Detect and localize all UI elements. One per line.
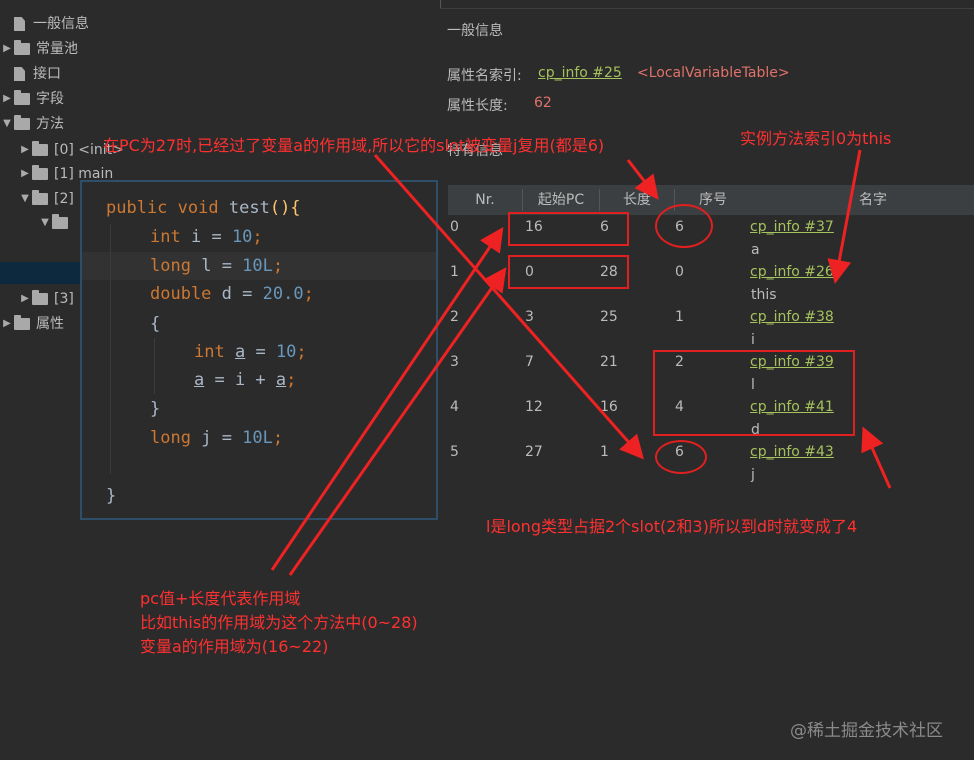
cell-name-link[interactable]: cp_info #43 (750, 444, 834, 460)
code-line-2: int i = 10; (150, 227, 263, 247)
folder-icon (14, 40, 30, 55)
panel-splitter[interactable] (440, 0, 441, 8)
annotation-long-slots: l是long类型占据2个slot(2和3)所以到d时就变成了4 (486, 517, 858, 536)
chevron-down-icon[interactable]: ▼ (18, 188, 32, 210)
col-name[interactable]: 名字 (828, 185, 918, 215)
cell-name: j (751, 467, 755, 483)
annotation-scope-line1: pc值+长度代表作用域 (140, 589, 301, 608)
cell-nr: 0 (450, 219, 459, 235)
cell-name-link[interactable]: cp_info #26 (750, 264, 834, 280)
tree-item-code-subnode[interactable]: ▼ (38, 212, 74, 234)
attr-name-index-link[interactable]: cp_info #25 (538, 65, 622, 81)
tree-item-interfaces[interactable]: 接口 (14, 63, 61, 85)
selected-row-highlight (0, 262, 80, 284)
annotation-slot-reuse: 在PC为27时,已经过了变量a的作用域,所以它的slot被变量j复用(都是6) (103, 136, 605, 155)
indent-guide (154, 338, 155, 394)
code-line-1: public void test(){ (106, 198, 301, 218)
cell-index: 1 (675, 309, 684, 325)
chevron-right-icon[interactable]: ▶ (0, 88, 14, 110)
code-line-6: int a = 10; (194, 342, 307, 362)
cell-start-pc: 7 (525, 354, 534, 370)
annotation-box-rows3-4 (653, 350, 855, 436)
cell-name-link[interactable]: cp_info #38 (750, 309, 834, 325)
cell-name: this (751, 287, 777, 303)
folder-icon (52, 214, 68, 229)
tree-item-fields[interactable]: ▶ 字段 (0, 88, 64, 110)
folder-icon (32, 290, 48, 305)
annotation-ellipse-idx0 (655, 204, 713, 248)
attr-length-label: 属性长度: (447, 98, 508, 114)
annotation-ellipse-idx5 (655, 440, 707, 474)
attr-name-index-label: 属性名索引: (447, 68, 522, 84)
file-icon (14, 17, 25, 31)
cell-nr: 2 (450, 309, 459, 325)
col-nr[interactable]: Nr. (448, 185, 522, 215)
code-line-4: double d = 20.0; (150, 284, 314, 304)
folder-icon (14, 115, 30, 130)
chevron-down-icon[interactable]: ▼ (0, 113, 14, 135)
file-icon (14, 67, 25, 81)
chevron-right-icon[interactable]: ▶ (0, 313, 14, 335)
chevron-down-icon[interactable]: ▼ (38, 212, 52, 234)
code-line-9: long j = 10L; (150, 428, 284, 448)
cell-index: 0 (675, 264, 684, 280)
tree-item-method-2[interactable]: ▼ [2] (18, 188, 74, 210)
chevron-right-icon[interactable]: ▶ (18, 163, 32, 185)
arrow-long-label (861, 426, 892, 489)
chevron-right-icon[interactable]: ▶ (18, 139, 32, 161)
panel-divider (440, 8, 974, 9)
tree-item-method-3[interactable]: ▶ [3] (18, 288, 74, 310)
cell-name: i (751, 332, 755, 348)
cell-length: 1 (600, 444, 609, 460)
folder-icon (14, 315, 30, 330)
attr-length-value: 62 (534, 95, 552, 111)
indent-guide (110, 224, 111, 474)
chevron-right-icon[interactable]: ▶ (0, 38, 14, 60)
tree-item-attributes[interactable]: ▶ 属性 (0, 313, 64, 335)
tree-item-methods[interactable]: ▼ 方法 (0, 113, 64, 135)
cell-start-pc: 12 (525, 399, 543, 415)
cell-name: a (751, 242, 760, 258)
code-line-7: a = i + a; (194, 370, 297, 390)
chevron-right-icon[interactable]: ▶ (18, 288, 32, 310)
annotation-this-index: 实例方法索引0为this (740, 129, 892, 148)
general-info-title: 一般信息 (447, 23, 503, 39)
code-line-10: } (106, 486, 117, 506)
folder-icon (32, 141, 48, 156)
col-start-pc[interactable]: 起始PC (523, 185, 599, 215)
cell-length: 21 (600, 354, 618, 370)
code-line-8: } (150, 399, 161, 419)
code-line-5: { (150, 314, 161, 334)
cell-nr: 4 (450, 399, 459, 415)
cell-length: 25 (600, 309, 618, 325)
tree-item-constant-pool[interactable]: ▶ 常量池 (0, 38, 78, 60)
folder-icon (32, 165, 48, 180)
tree-item-general-info[interactable]: 一般信息 (14, 13, 89, 35)
folder-icon (32, 190, 48, 205)
cell-start-pc: 3 (525, 309, 534, 325)
cell-nr: 5 (450, 444, 459, 460)
lvt-table-header: Nr. 起始PC 长度 序号 名字 (448, 185, 974, 215)
annotation-scope-line3: 变量a的作用域为(16~22) (140, 637, 329, 656)
cell-nr: 3 (450, 354, 459, 370)
watermark: @稀土掘金技术社区 (790, 721, 943, 741)
code-line-3: long l = 10L; (150, 256, 284, 276)
cell-start-pc: 27 (525, 444, 543, 460)
annotation-box-row0 (508, 212, 629, 246)
attr-name-value: <LocalVariableTable> (637, 65, 790, 81)
annotation-box-row1 (508, 255, 629, 289)
cell-nr: 1 (450, 264, 459, 280)
annotation-scope-line2: 比如this的作用域为这个方法中(0~28) (140, 613, 418, 632)
cell-name-link[interactable]: cp_info #37 (750, 219, 834, 235)
code-snippet: public void test(){ int i = 10; long l =… (80, 180, 438, 520)
folder-icon (14, 90, 30, 105)
cell-length: 16 (600, 399, 618, 415)
